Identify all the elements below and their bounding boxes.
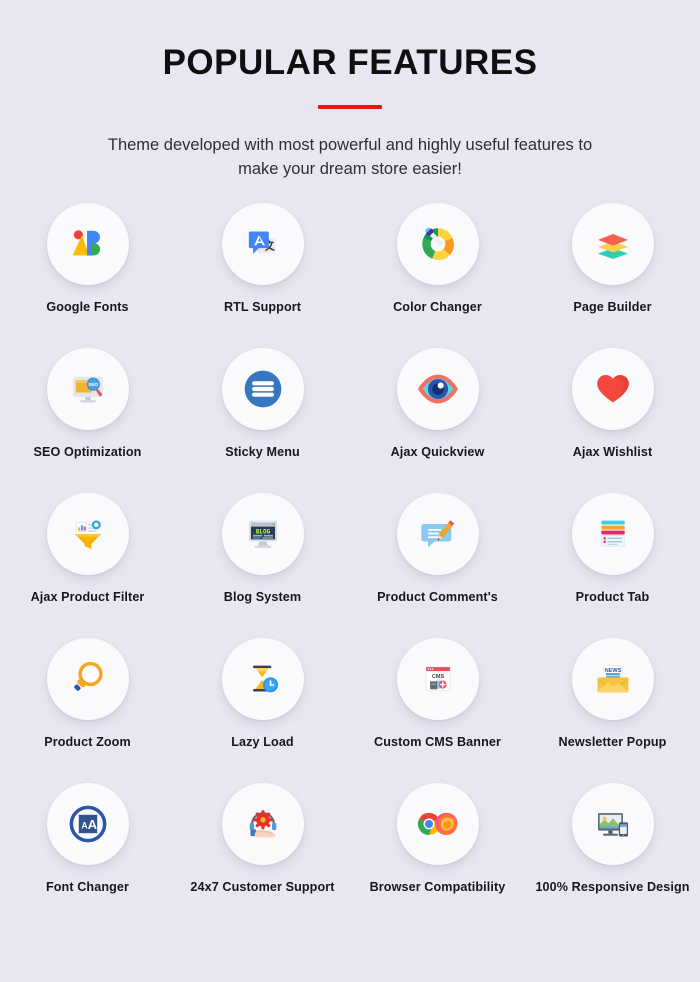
feature-label: Product Comment's [377,590,498,604]
feature-item[interactable]: Page Builder [525,203,700,348]
feature-label: Page Builder [573,300,652,314]
svg-text:CMS: CMS [431,674,444,680]
svg-text:BLOG: BLOG [255,528,270,535]
responsive-devices-icon [571,783,654,865]
feature-label: Newsletter Popup [558,735,667,749]
feature-label: Browser Compatibility [369,880,506,894]
cms-banner-icon: CMS [396,638,479,720]
feature-label: 24x7 Customer Support [190,880,335,894]
news-envelope-icon: NEWS [571,638,654,720]
features-grid: Google Fonts RTL Support Color Changer P… [0,203,700,928]
translate-icon [221,203,304,285]
feature-label: Lazy Load [231,735,294,749]
svg-text:SEO: SEO [88,382,98,388]
feature-label: Product Zoom [44,735,131,749]
feature-label: Ajax Product Filter [30,590,145,604]
seo-monitor-magnifier-icon: SEO [46,348,129,430]
svg-text:NEWS: NEWS [604,668,621,674]
feature-item[interactable]: Ajax Product Filter [0,493,175,638]
feature-label: RTL Support [223,300,302,314]
feature-item[interactable]: CMS Custom CMS Banner [350,638,525,783]
feature-item[interactable]: Lazy Load [175,638,350,783]
feature-label: Product Tab [575,590,650,604]
feature-label: Custom CMS Banner [374,735,501,749]
heart-icon [571,348,654,430]
feature-label: SEO Optimization [33,445,142,459]
feature-item[interactable]: 100% Responsive Design [525,783,700,928]
title-underline-divider [318,104,382,109]
feature-label: Sticky Menu [225,445,300,459]
feature-item[interactable]: NEWS Newsletter Popup [525,638,700,783]
feature-item[interactable]: Product Tab [525,493,700,638]
feature-label: Blog System [223,590,302,604]
feature-item[interactable]: Color Changer [350,203,525,348]
feature-label: Ajax Wishlist [572,445,653,459]
feature-item[interactable]: Product Zoom [0,638,175,783]
feature-label: Ajax Quickview [390,445,485,459]
eye-icon [396,348,479,430]
magnifier-icon [46,638,129,720]
layers-icon [571,203,654,285]
feature-label: Google Fonts [46,300,129,314]
headset-gear-hand-icon [221,783,304,865]
blog-monitor-icon: BLOG [221,493,304,575]
feature-item[interactable]: Ajax Quickview [350,348,525,493]
tab-list-icon [571,493,654,575]
feature-item[interactable]: Ajax Wishlist [525,348,700,493]
feature-item[interactable]: Sticky Menu [175,348,350,493]
font-size-icon: A A [46,783,129,865]
section-header: POPULAR FEATURES Theme developed with mo… [0,0,700,182]
comment-pencil-icon [396,493,479,575]
feature-label: Color Changer [393,300,482,314]
feature-item[interactable]: Product Comment's [350,493,525,638]
feature-item[interactable]: Google Fonts [0,203,175,348]
funnel-chart-icon [46,493,129,575]
feature-item[interactable]: Browser Compatibility [350,783,525,928]
feature-item[interactable]: RTL Support [175,203,350,348]
feature-item[interactable]: A A Font Changer [0,783,175,928]
browsers-icon [396,783,479,865]
feature-label: 100% Responsive Design [535,880,690,894]
svg-text:A: A [87,817,97,832]
hamburger-menu-icon [221,348,304,430]
google-fonts-icon [46,203,129,285]
feature-item[interactable]: BLOG Blog System [175,493,350,638]
feature-item[interactable]: 24x7 Customer Support [175,783,350,928]
feature-label: Font Changer [45,880,130,894]
hourglass-clock-icon [221,638,304,720]
color-wheel-dropper-icon [396,203,479,285]
section-subtitle: Theme developed with most powerful and h… [107,135,593,179]
feature-item[interactable]: SEO SEO Optimization [0,348,175,493]
popular-features-section: POPULAR FEATURES Theme developed with mo… [0,0,700,982]
page-title: POPULAR FEATURES [162,43,538,82]
